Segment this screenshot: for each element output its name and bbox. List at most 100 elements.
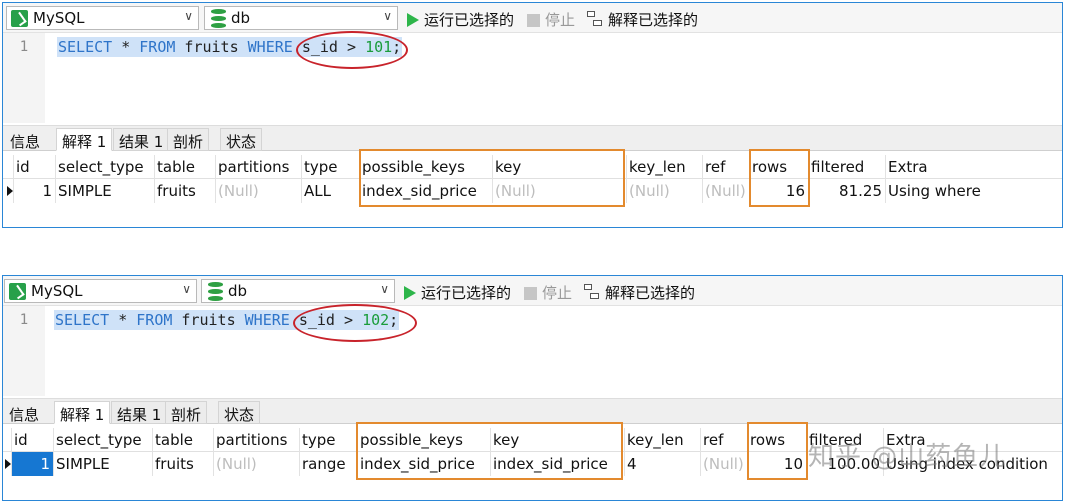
col-header[interactable]: rows: [749, 155, 808, 179]
col-header[interactable]: possible_keys: [357, 428, 490, 452]
cell-select-type[interactable]: SIMPLE: [53, 452, 152, 476]
sql-keyword-select: SELECT: [58, 38, 113, 56]
col-header[interactable]: key_len: [626, 155, 702, 179]
table-row[interactable]: 1 SIMPLE fruits (Null) ALL index_sid_pri…: [3, 179, 1062, 203]
database-icon: [211, 9, 226, 28]
cell-possible-keys[interactable]: index_sid_price: [357, 452, 490, 476]
col-header[interactable]: type: [301, 155, 359, 179]
stop-label: 停止: [542, 284, 573, 302]
cell-possible-keys[interactable]: index_sid_price: [359, 179, 492, 203]
sql-condition: s_id >: [289, 311, 363, 329]
run-selected-button[interactable]: 运行已选择的: [407, 9, 514, 30]
col-header[interactable]: table: [154, 155, 215, 179]
database-select[interactable]: db ∨: [204, 6, 398, 30]
sql-value: 102: [362, 311, 390, 329]
col-header[interactable]: possible_keys: [359, 155, 492, 179]
cell-table[interactable]: fruits: [154, 179, 215, 203]
sql-editor[interactable]: 1 SELECT * FROM fruits WHERE s_id > 102;: [3, 306, 1062, 396]
cell-key-len[interactable]: (Null): [626, 179, 702, 203]
explain-selected-label: 解释已选择的: [608, 11, 699, 29]
stop-label: 停止: [545, 11, 576, 29]
explain-selected-button[interactable]: 解释已选择的: [584, 282, 695, 303]
sql-keyword-from: FROM: [136, 311, 173, 329]
mysql-connection-icon: [9, 283, 26, 300]
watermark-text: 知乎 @山药鱼儿: [808, 442, 1007, 472]
cell-partitions[interactable]: (Null): [213, 452, 299, 476]
col-header[interactable]: ref: [700, 428, 747, 452]
line-gutter: 1: [3, 33, 45, 123]
explain-selected-button[interactable]: 解释已选择的: [587, 9, 698, 30]
col-header[interactable]: key_len: [624, 428, 700, 452]
run-selected-button[interactable]: 运行已选择的: [404, 282, 511, 303]
col-header[interactable]: select_type: [55, 155, 154, 179]
tab-explain[interactable]: 解释 1: [54, 401, 111, 424]
cell-id[interactable]: 1: [11, 452, 53, 476]
sql-table: fruits: [172, 311, 245, 329]
tab-result[interactable]: 结果 1: [113, 128, 170, 151]
cell-table[interactable]: fruits: [152, 452, 213, 476]
tab-status[interactable]: 状态: [220, 128, 263, 151]
sql-editor[interactable]: 1 SELECT * FROM fruits WHERE s_id > 101;: [3, 33, 1062, 123]
tab-info[interactable]: 信息: [4, 128, 46, 151]
col-header[interactable]: Extra: [885, 155, 1055, 179]
cell-key[interactable]: (Null): [492, 179, 626, 203]
sql-keyword-from: FROM: [139, 38, 176, 56]
cell-id[interactable]: 1: [13, 179, 55, 203]
col-header[interactable]: id: [11, 428, 53, 452]
cell-type[interactable]: ALL: [301, 179, 359, 203]
tab-info[interactable]: 信息: [3, 401, 45, 424]
col-header[interactable]: id: [13, 155, 55, 179]
tab-status[interactable]: 状态: [218, 401, 261, 424]
chevron-down-icon: ∨: [380, 282, 389, 296]
col-header[interactable]: table: [152, 428, 213, 452]
cell-rows[interactable]: 16: [749, 179, 808, 203]
cell-ref[interactable]: (Null): [702, 179, 749, 203]
database-select[interactable]: db ∨: [201, 279, 395, 303]
col-header[interactable]: filtered: [808, 155, 885, 179]
sql-value: 101: [365, 38, 393, 56]
col-header[interactable]: type: [299, 428, 357, 452]
col-header[interactable]: key: [490, 428, 624, 452]
cell-ref[interactable]: (Null): [700, 452, 747, 476]
col-header[interactable]: partitions: [213, 428, 299, 452]
cell-type[interactable]: range: [299, 452, 357, 476]
tab-explain[interactable]: 解释 1: [56, 128, 113, 151]
cell-partitions[interactable]: (Null): [215, 179, 301, 203]
col-header[interactable]: partitions: [215, 155, 301, 179]
cell-extra[interactable]: Using where: [885, 179, 1055, 203]
line-number: 1: [19, 312, 29, 328]
sql-terminator: ;: [389, 311, 399, 329]
cell-select-type[interactable]: SIMPLE: [55, 179, 154, 203]
col-header[interactable]: select_type: [53, 428, 152, 452]
cell-key-len[interactable]: 4: [624, 452, 700, 476]
col-header[interactable]: ref: [702, 155, 749, 179]
sql-condition: s_id >: [292, 38, 366, 56]
tab-result[interactable]: 结果 1: [111, 401, 168, 424]
sql-keyword-select: SELECT: [55, 311, 110, 329]
sql-keyword-where: WHERE: [247, 38, 293, 56]
sql-star: *: [112, 38, 140, 56]
chevron-down-icon: ∨: [184, 9, 193, 23]
cell-rows[interactable]: 10: [747, 452, 806, 476]
connection-select[interactable]: MySQL ∨: [4, 279, 197, 303]
cell-key[interactable]: index_sid_price: [490, 452, 624, 476]
run-selected-label: 运行已选择的: [421, 284, 512, 302]
tab-profile[interactable]: 剖析: [165, 401, 208, 424]
database-label: db: [231, 9, 251, 27]
chevron-down-icon: ∨: [182, 282, 191, 296]
stop-button[interactable]: 停止: [524, 282, 572, 303]
sql-terminator: ;: [392, 38, 402, 56]
stop-button[interactable]: 停止: [527, 9, 575, 30]
cell-filtered[interactable]: 81.25: [808, 179, 885, 203]
line-gutter: 1: [3, 306, 45, 396]
database-icon: [208, 282, 223, 301]
sql-star: *: [109, 311, 137, 329]
sql-statement: SELECT * FROM fruits WHERE s_id > 102;: [54, 310, 400, 330]
connection-select[interactable]: MySQL ∨: [6, 6, 199, 30]
col-header[interactable]: rows: [747, 428, 806, 452]
tab-profile[interactable]: 剖析: [167, 128, 210, 151]
col-header[interactable]: key: [492, 155, 626, 179]
grid-header: id select_type table partitions type pos…: [3, 155, 1062, 179]
play-icon: [407, 13, 419, 27]
query-toolbar: MySQL ∨ db ∨ 运行已选择的 停止 解释已选择的: [3, 3, 1062, 33]
